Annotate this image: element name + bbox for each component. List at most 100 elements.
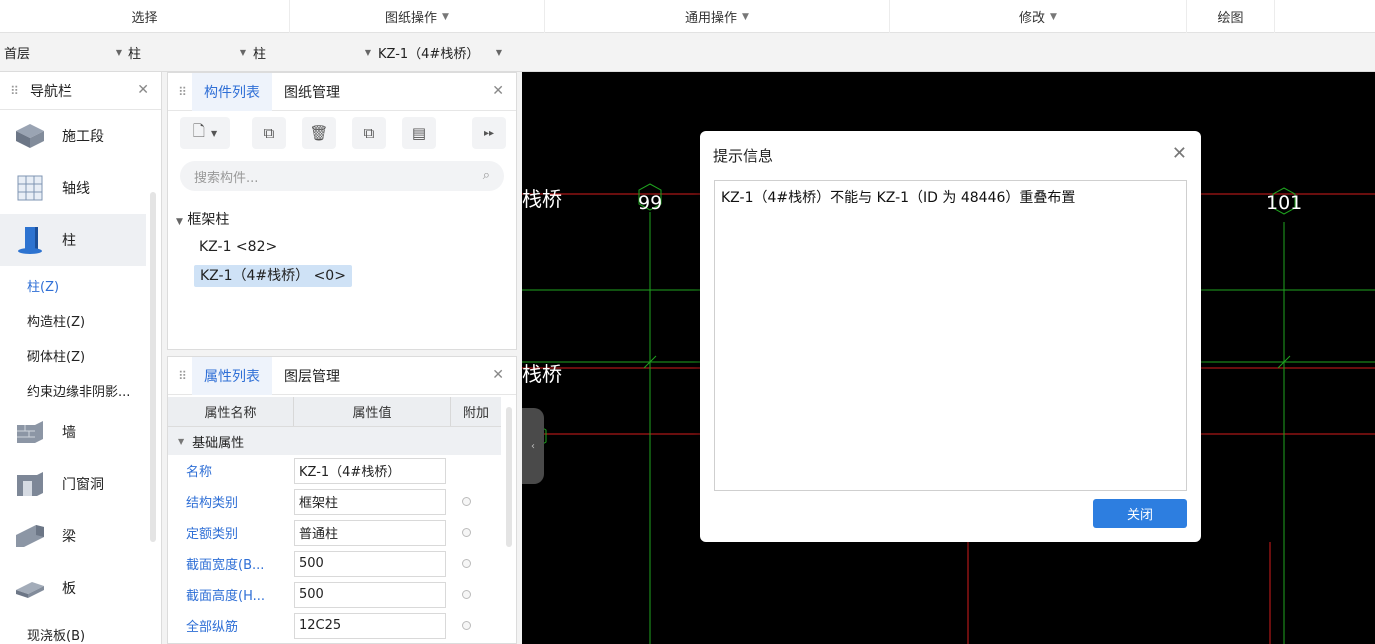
canvas-label: 栈桥 bbox=[522, 362, 562, 386]
nav-item-wall[interactable]: 墙 bbox=[0, 406, 146, 458]
ribbon-group-drawing-ops[interactable]: 图纸操作 ▼ bbox=[290, 0, 545, 33]
chevron-down-icon: ▼ bbox=[364, 47, 371, 57]
search-icon: ⌕ bbox=[482, 168, 490, 183]
property-name: 名称 bbox=[186, 465, 213, 480]
component-list-panel: ⠿ 构件列表 图纸管理 ✕ 🗋 ▼ ⧉ 🗑 ⧉ ▤ ▸▸ 搜索构件... ⌕ ▼ … bbox=[167, 72, 517, 350]
nav-item-label: 轴线 bbox=[62, 181, 90, 197]
more-tools-button[interactable]: ▸▸ bbox=[472, 117, 506, 149]
property-group-label: 基础属性 bbox=[192, 435, 245, 451]
property-value-input[interactable]: 12C25 bbox=[294, 612, 446, 639]
table-row: 全部纵筋 12C25 bbox=[168, 610, 501, 641]
extra-checkbox[interactable] bbox=[461, 497, 471, 506]
subtype-select-value: 柱 bbox=[253, 46, 267, 62]
chevron-down-icon: ▼ bbox=[495, 47, 502, 57]
door-window-icon bbox=[12, 468, 48, 500]
tree-item-selected[interactable]: KZ-1（4#栈桥） <0> bbox=[194, 265, 352, 287]
beam-icon bbox=[12, 520, 48, 552]
ribbon-group-draw[interactable]: 绘图 bbox=[1187, 0, 1275, 33]
nav-item-label: 施工段 bbox=[62, 129, 104, 145]
copy-component-button[interactable]: ⧉ bbox=[252, 117, 286, 149]
close-button[interactable]: 关闭 bbox=[1093, 499, 1187, 528]
chevron-left-icon: ‹ bbox=[531, 440, 535, 452]
property-value-input[interactable]: 框架柱 bbox=[294, 488, 446, 515]
tab-component-list[interactable]: 构件列表 bbox=[192, 72, 272, 111]
delete-component-button[interactable]: 🗑 bbox=[302, 117, 336, 149]
nav-item-label: 墙 bbox=[62, 425, 76, 441]
floor-select[interactable]: 首层 ▼ bbox=[4, 33, 126, 71]
column-header-name: 属性名称 bbox=[168, 397, 294, 426]
component-select-value: KZ-1（4#栈桥） bbox=[378, 46, 480, 62]
property-value-input[interactable]: 500 bbox=[294, 581, 446, 608]
ribbon-group-select[interactable]: 选择 bbox=[0, 0, 290, 33]
drag-handle-icon[interactable]: ⠿ bbox=[172, 85, 192, 99]
property-scrollbar[interactable] bbox=[506, 407, 512, 547]
slab-icon bbox=[12, 572, 48, 604]
nav-item-label: 梁 bbox=[62, 529, 76, 545]
tree-item-label: KZ-1（4#栈桥） <0> bbox=[194, 265, 352, 287]
nav-item-slab[interactable]: 板 bbox=[0, 562, 146, 614]
axis-grid-icon bbox=[12, 172, 48, 204]
nav-subitem-column[interactable]: 柱(Z) bbox=[27, 276, 59, 295]
message-dialog: 提示信息 ✕ KZ-1（4#栈桥）不能与 KZ-1（ID 为 48446）重叠布… bbox=[700, 131, 1201, 542]
ribbon-group-label: 图纸操作 bbox=[385, 11, 438, 26]
canvas-label: 栈桥 bbox=[522, 187, 562, 211]
property-value-input[interactable]: 500 bbox=[294, 550, 446, 577]
nav-item-door-window[interactable]: 门窗洞 bbox=[0, 458, 146, 510]
nav-item-axis[interactable]: 轴线 bbox=[0, 162, 146, 214]
component-search-input[interactable]: 搜索构件... ⌕ bbox=[180, 161, 504, 191]
tab-layer-management[interactable]: 图层管理 bbox=[272, 357, 352, 395]
close-icon[interactable]: ✕ bbox=[492, 367, 504, 383]
drag-handle-icon[interactable]: ⠿ bbox=[4, 84, 24, 98]
nav-item-label: 板 bbox=[62, 581, 76, 597]
nav-subitem-constraint-edge[interactable]: 约束边缘非阴影... bbox=[27, 381, 130, 400]
extra-checkbox[interactable] bbox=[461, 590, 471, 599]
close-icon[interactable]: ✕ bbox=[137, 82, 149, 98]
property-name: 截面高度(H... bbox=[186, 589, 266, 604]
component-panel-header: ⠿ 构件列表 图纸管理 ✕ bbox=[168, 72, 516, 111]
table-row: 截面宽度(B... 500 bbox=[168, 548, 501, 579]
nav-item-beam[interactable]: 梁 bbox=[0, 510, 146, 562]
component-select[interactable]: KZ-1（4#栈桥） ▼ bbox=[378, 33, 502, 71]
ribbon-group-label: 选择 bbox=[131, 11, 158, 26]
extra-checkbox[interactable] bbox=[461, 559, 471, 568]
subtype-select[interactable]: 柱 ▼ bbox=[253, 33, 375, 71]
nav-item-construction-stage[interactable]: 施工段 bbox=[0, 110, 146, 162]
table-row: 定额类别 普通柱 bbox=[168, 517, 501, 548]
ribbon-group-modify[interactable]: 修改 ▼ bbox=[890, 0, 1187, 33]
nav-subitem-masonry-column[interactable]: 砌体柱(Z) bbox=[27, 346, 85, 365]
property-list-panel: ⠿ 属性列表 图层管理 ✕ 属性名称 属性值 附加 ▼ 基础属性 名称 KZ-1… bbox=[167, 356, 517, 644]
tree-item[interactable]: KZ-1 <82> bbox=[199, 239, 277, 255]
caret-down-icon: ▼ bbox=[178, 436, 185, 446]
ribbon-group-label: 修改 bbox=[1019, 11, 1046, 26]
close-icon[interactable]: ✕ bbox=[492, 83, 504, 99]
extra-checkbox[interactable] bbox=[461, 528, 471, 537]
property-name: 结构类别 bbox=[186, 496, 239, 511]
property-value-input[interactable]: 普通柱 bbox=[294, 519, 446, 546]
tab-property-list[interactable]: 属性列表 bbox=[192, 356, 272, 395]
tab-drawing-management[interactable]: 图纸管理 bbox=[272, 73, 352, 111]
property-name: 定额类别 bbox=[186, 527, 239, 542]
duplicate-layer-button[interactable]: ⧉ bbox=[352, 117, 386, 149]
type-select[interactable]: 柱 ▼ bbox=[128, 33, 250, 71]
drag-handle-icon[interactable]: ⠿ bbox=[172, 369, 192, 383]
dialog-message: KZ-1（4#栈桥）不能与 KZ-1（ID 为 48446）重叠布置 bbox=[714, 180, 1187, 491]
tree-group-frame-column[interactable]: ▼ 框架柱 bbox=[176, 209, 229, 229]
nav-subitem-cast-slab[interactable]: 现浇板(B) bbox=[27, 625, 85, 644]
table-row: 名称 KZ-1（4#栈桥） bbox=[168, 455, 501, 486]
new-component-button[interactable]: 🗋 ▼ bbox=[180, 117, 230, 149]
new-file-icon: 🗋 bbox=[192, 121, 205, 140]
property-table: 属性名称 属性值 附加 ▼ 基础属性 名称 KZ-1（4#栈桥） 结构类别 框架… bbox=[168, 397, 501, 641]
nav-item-column[interactable]: 柱 bbox=[0, 214, 146, 266]
collapse-panel-handle[interactable]: ‹ bbox=[522, 408, 544, 484]
close-icon[interactable]: ✕ bbox=[1172, 143, 1187, 164]
ribbon-group-label: 通用操作 bbox=[685, 11, 738, 26]
ribbon-group-general-ops[interactable]: 通用操作 ▼ bbox=[545, 0, 890, 33]
chevron-down-icon: ▼ bbox=[210, 128, 218, 138]
property-group-basic[interactable]: ▼ 基础属性 bbox=[168, 427, 501, 455]
nav-subitem-constructional-column[interactable]: 构造柱(Z) bbox=[27, 311, 85, 330]
save-component-button[interactable]: ▤ bbox=[402, 117, 436, 149]
extra-checkbox[interactable] bbox=[461, 621, 471, 630]
nav-scrollbar[interactable] bbox=[150, 192, 156, 542]
dialog-title: 提示信息 bbox=[713, 147, 774, 165]
property-value-input[interactable]: KZ-1（4#栈桥） bbox=[294, 457, 446, 484]
